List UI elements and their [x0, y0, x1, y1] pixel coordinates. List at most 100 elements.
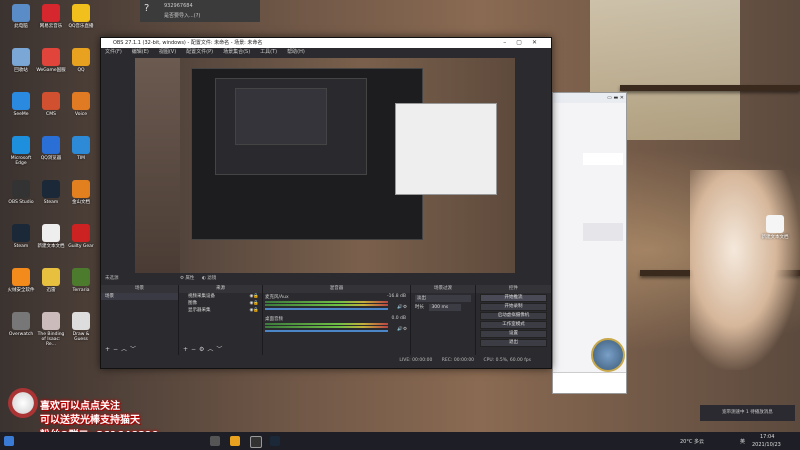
desktop-icon-label: Voice [75, 112, 87, 117]
properties-button[interactable]: 属性 [185, 276, 194, 281]
start-virtual-camera-button[interactable]: 启动虚拟摄像机 [480, 312, 547, 320]
app-icon [42, 224, 60, 242]
filter-icon[interactable]: ◐ [202, 276, 206, 281]
desktop-icon[interactable]: 回收站 [6, 48, 36, 73]
tray-notification[interactable]: 宽带测速中 1 待播放消息 [700, 405, 795, 421]
start-streaming-button[interactable]: 开始推流 [480, 294, 547, 302]
desktop-icon-label: The Binding of Isaac: Re... [37, 332, 65, 347]
desktop-icon-label: Microsoft Edge [10, 156, 32, 166]
ime-indicator[interactable]: 英 [740, 438, 745, 445]
no-source-label: 未选源 [105, 276, 119, 281]
scene-controls[interactable]: +−︿﹀ [105, 344, 139, 353]
gear-icon[interactable]: ⚙ [180, 276, 184, 281]
desktop-icon[interactable]: Guilty Gear [66, 224, 96, 249]
speaker-icon[interactable]: 🔊⚙ [397, 305, 407, 310]
source-item[interactable]: 视频采集设备 ◉🔒 [179, 293, 262, 300]
desktop-icon-label: Draw & Guess [72, 332, 90, 342]
menu-view[interactable]: 视图(V) [159, 48, 176, 57]
scene-item[interactable]: 场景 [101, 293, 178, 300]
desktop-icon[interactable]: QQ浏览器 [36, 136, 66, 161]
desktop-icon[interactable]: 迅雷 [36, 268, 66, 293]
desktop-icon[interactable]: WeGame国服 [36, 48, 66, 73]
menu-scene-collection[interactable]: 场景集合(S) [223, 48, 250, 57]
desktop-icon[interactable]: QQ音乐直播 [66, 4, 96, 29]
controls-header: 控件 [476, 285, 551, 293]
source-item[interactable]: 显示器采集 ◉🔒 [179, 307, 262, 314]
desktop-icon[interactable]: Overwatch [6, 312, 36, 337]
cpu-usage: CPU: 0.5%, 60.00 fps [483, 358, 532, 363]
desktop-icon[interactable]: 新建文本文档 [36, 224, 66, 249]
desktop-icon[interactable]: Microsoft Edge [6, 136, 36, 166]
app-icon [72, 48, 90, 66]
start-recording-button[interactable]: 开始录制 [480, 303, 547, 311]
desktop-icon[interactable]: The Binding of Isaac: Re... [36, 312, 66, 347]
desktop-icon-label: 新建文本文档 [37, 244, 65, 249]
studio-mode-button[interactable]: 工作室模式 [480, 321, 547, 329]
desktop-icon[interactable]: Voice [66, 92, 96, 117]
desktop-icon[interactable]: OBS Studio [6, 180, 36, 205]
desktop-icon-text-doc[interactable]: 新建文本文档 [760, 215, 790, 240]
qq-chat-window[interactable]: ▭ ▬ ✕ [552, 92, 627, 394]
desktop-icon-label: 新建文本文档 [761, 235, 789, 240]
exit-button[interactable]: 退出 [480, 339, 547, 347]
obs-taskbar-icon[interactable] [250, 436, 262, 448]
desktop-icon[interactable]: 此电脑 [6, 4, 36, 29]
tray-notification-text: 宽带测速中 1 待播放消息 [722, 410, 773, 415]
desktop-icon[interactable]: Steam [36, 180, 66, 205]
desktop-icon-label: CMS [46, 112, 56, 117]
duration-input[interactable]: 300 ms [429, 304, 462, 311]
duration-row: 时长 300 ms [415, 304, 471, 311]
desktop-icon[interactable]: Steam [6, 224, 36, 249]
desktop-icon[interactable]: CMS [36, 92, 66, 117]
app-icon [42, 48, 60, 66]
steam-taskbar-icon[interactable] [270, 436, 280, 446]
taskbar-app-icon[interactable] [230, 436, 240, 446]
transition-select[interactable]: 淡出 [415, 295, 471, 302]
app-icon [12, 48, 30, 66]
desktop-icon-label: TIM [77, 156, 85, 161]
filters-button[interactable]: 滤镜 [207, 276, 216, 281]
obs-window[interactable]: OBS 27.1.1 (32-bit, windows) - 配置文件: 未命名… [100, 37, 552, 369]
desktop-icon[interactable]: 金山文档 [66, 180, 96, 205]
taskbar-app-icon[interactable] [210, 436, 220, 446]
weather-text[interactable]: 20°C 多云 [680, 438, 704, 445]
eye-icon[interactable]: ◉🔒 [249, 307, 259, 314]
menu-file[interactable]: 文件(F) [105, 48, 122, 57]
eye-icon[interactable]: ◉🔒 [249, 300, 259, 307]
desktop-icon[interactable]: Draw & Guess [66, 312, 96, 342]
channel-name: 桌面音频 [265, 317, 283, 322]
desktop-icon[interactable]: Terraria [66, 268, 96, 293]
obs-preview[interactable] [135, 58, 515, 273]
obs-title-bar[interactable]: OBS 27.1.1 (32-bit, windows) - 配置文件: 未命名… [101, 38, 551, 48]
desktop-icon-label: Overwatch [8, 332, 34, 337]
scenes-dock: 场景 场景 +−︿﹀ [101, 285, 179, 355]
settings-button[interactable]: 设置 [480, 330, 547, 338]
volume-slider[interactable] [265, 308, 388, 310]
clock-time[interactable]: 17:04 [760, 434, 774, 440]
channel-name: 麦克风/Aux [265, 295, 289, 300]
app-icon [72, 224, 90, 242]
eye-icon[interactable]: ◉🔒 [249, 293, 259, 300]
desktop-icon[interactable]: 网易云音乐 [36, 4, 66, 29]
notification-popup[interactable]: ? 932967684 是否要导入...(?) [140, 0, 260, 22]
desktop-icon[interactable]: TIM [66, 136, 96, 161]
menu-edit[interactable]: 编辑(E) [132, 48, 149, 57]
volume-slider[interactable] [265, 330, 388, 332]
desktop-icon[interactable]: 火绒安全软件 [6, 268, 36, 293]
start-icon[interactable] [4, 436, 14, 446]
qq-input-area[interactable] [553, 372, 626, 393]
chat-bubble [583, 223, 623, 241]
source-item[interactable]: 图像 ◉🔒 [179, 300, 262, 307]
desktop-icon[interactable]: QQ [66, 48, 96, 73]
desktop-icon[interactable]: SeeMe [6, 92, 36, 117]
menu-tools[interactable]: 工具(T) [260, 48, 277, 57]
qq-window-controls[interactable]: ▭ ▬ ✕ [553, 93, 626, 103]
source-controls[interactable]: +−⚙︿﹀ [183, 344, 225, 353]
scenes-header: 场景 [101, 285, 178, 293]
menu-profile[interactable]: 配置文件(P) [186, 48, 213, 57]
clock-date[interactable]: 2021/10/23 [752, 442, 781, 448]
window-controls[interactable]: –▢✕ [503, 38, 547, 48]
speaker-icon[interactable]: 🔊⚙ [397, 327, 407, 332]
qq-avatar[interactable] [591, 338, 625, 372]
menu-help[interactable]: 帮助(H) [287, 48, 305, 57]
